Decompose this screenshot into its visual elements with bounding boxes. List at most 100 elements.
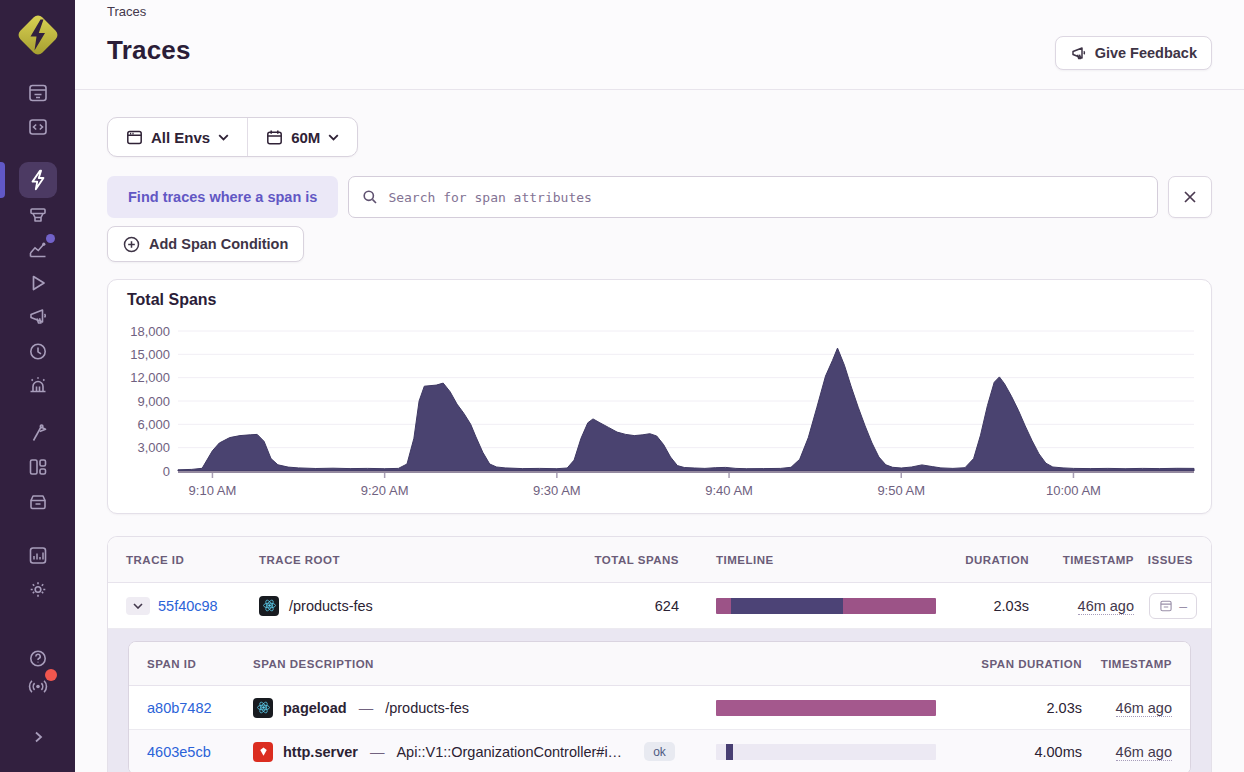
span-timestamp[interactable]: 46m ago xyxy=(1116,700,1172,717)
page-header: Traces Traces Give Feedback xyxy=(75,0,1244,90)
span-id-link[interactable]: 4603e5cb xyxy=(147,744,211,760)
breadcrumb[interactable]: Traces xyxy=(107,0,146,19)
trace-id-link[interactable]: 55f40c98 xyxy=(158,598,218,614)
traces-table: Trace ID Trace Root Total Spans Timeline… xyxy=(107,536,1212,772)
window-icon xyxy=(126,129,143,146)
svg-text:9:40 AM: 9:40 AM xyxy=(705,483,753,498)
give-feedback-button[interactable]: Give Feedback xyxy=(1055,36,1212,70)
col-issues: Issues xyxy=(1134,554,1199,566)
total-spans-panel: Total Spans 03,0006,0009,00012,00015,000… xyxy=(107,279,1212,514)
issues-icon xyxy=(1159,599,1173,613)
col-span-description: Span Description xyxy=(253,658,716,670)
span-search-row: Find traces where a span is xyxy=(107,176,1212,218)
trace-duration: 2.03s xyxy=(936,598,1029,614)
sidebar-item-help[interactable] xyxy=(0,644,75,672)
trace-row: 55f40c98 /products-fes 624 2.03s 46m ago xyxy=(108,583,1211,629)
sidebar-item-dashboards[interactable] xyxy=(0,450,75,484)
main-area: Traces Traces Give Feedback All Envs 60M xyxy=(75,0,1244,772)
search-icon xyxy=(362,189,378,205)
sidebar-item-profiling[interactable] xyxy=(0,198,75,232)
sidebar-item-alerts[interactable] xyxy=(0,368,75,402)
plus-circle-icon xyxy=(123,236,140,253)
sentry-logo[interactable] xyxy=(17,12,59,58)
sidebar-item-settings[interactable] xyxy=(0,572,75,606)
insights-badge xyxy=(46,234,55,243)
col-span-duration: Span Duration xyxy=(936,658,1082,670)
find-traces-label: Find traces where a span is xyxy=(107,176,338,218)
sidebar-item-replays[interactable] xyxy=(0,266,75,300)
svg-text:9:10 AM: 9:10 AM xyxy=(189,483,237,498)
issues-count: – xyxy=(1179,598,1187,614)
col-total-spans: Total Spans xyxy=(589,554,679,566)
sidebar-item-broadcast[interactable] xyxy=(0,672,75,700)
separator: — xyxy=(368,744,387,760)
span-op: http.server xyxy=(283,744,358,760)
total-spans-chart: 03,0006,0009,00012,00015,00018,0009:10 A… xyxy=(108,280,1211,513)
col-trace-id: Trace ID xyxy=(126,554,259,566)
span-row: 4603e5cb http.server — Api::V1::Organiza… xyxy=(129,730,1190,772)
svg-text:6,000: 6,000 xyxy=(137,417,170,432)
svg-text:12,000: 12,000 xyxy=(130,370,170,385)
span-duration: 4.00ms xyxy=(936,744,1082,760)
sidebar-item-history[interactable] xyxy=(0,334,75,368)
span-timestamp[interactable]: 46m ago xyxy=(1116,744,1172,761)
svg-text:10:00 AM: 10:00 AM xyxy=(1046,483,1101,498)
trace-expanded-section: Span ID Span Description Span Duration T… xyxy=(108,629,1211,772)
svg-text:9:50 AM: 9:50 AM xyxy=(877,483,925,498)
sidebar-item-insights[interactable] xyxy=(0,232,75,266)
collapse-trace-button[interactable] xyxy=(126,597,150,615)
time-range-filter-label: 60M xyxy=(291,129,320,146)
sidebar-item-stats[interactable] xyxy=(0,538,75,572)
sidebar-item-issues[interactable] xyxy=(0,76,75,110)
megaphone-icon xyxy=(1070,45,1087,62)
app-root: Traces Traces Give Feedback All Envs 60M xyxy=(0,0,1244,772)
add-span-condition-button[interactable]: Add Span Condition xyxy=(107,226,304,262)
trace-timestamp[interactable]: 46m ago xyxy=(1078,598,1134,615)
add-span-condition-label: Add Span Condition xyxy=(149,236,288,252)
svg-text:9:30 AM: 9:30 AM xyxy=(533,483,581,498)
span-search-box[interactable] xyxy=(348,176,1158,218)
calendar-icon xyxy=(266,129,283,146)
span-duration-bar xyxy=(716,744,936,760)
chevron-down-icon xyxy=(328,134,339,141)
col-trace-root: Trace Root xyxy=(259,554,589,566)
chevron-down-icon xyxy=(218,134,229,141)
sidebar-item-archive[interactable] xyxy=(0,484,75,518)
sidebar-item-projects[interactable] xyxy=(0,110,75,144)
traces-table-header: Trace ID Trace Root Total Spans Timeline… xyxy=(108,537,1211,583)
span-search-input[interactable] xyxy=(388,190,1144,205)
spans-table: Span ID Span Description Span Duration T… xyxy=(128,641,1191,772)
separator: — xyxy=(357,700,376,716)
clear-search-button[interactable] xyxy=(1168,176,1212,218)
svg-text:3,000: 3,000 xyxy=(137,440,170,455)
page-content: All Envs 60M Find traces where a span is xyxy=(75,90,1244,772)
environment-filter[interactable]: All Envs xyxy=(108,118,247,156)
sidebar xyxy=(0,0,75,772)
svg-text:0: 0 xyxy=(163,464,170,479)
ruby-platform-icon xyxy=(253,742,273,762)
trace-timeline-bar xyxy=(716,598,936,614)
trace-root-label[interactable]: /products-fes xyxy=(289,598,373,614)
col-timeline: Timeline xyxy=(679,554,936,566)
sidebar-item-traces[interactable] xyxy=(0,162,75,198)
sidebar-nav xyxy=(0,76,75,606)
col-timestamp: Timestamp xyxy=(1029,554,1134,566)
trace-issues-button[interactable]: – xyxy=(1149,593,1197,619)
give-feedback-label: Give Feedback xyxy=(1095,45,1197,61)
span-status-badge: ok xyxy=(644,742,675,761)
span-id-link[interactable]: a80b7482 xyxy=(147,700,212,716)
span-op: pageload xyxy=(283,700,347,716)
broadcast-badge xyxy=(45,669,57,681)
chevron-down-icon xyxy=(133,603,143,609)
span-row: a80b7482 pageload — /products-fes 2.03s xyxy=(129,686,1190,730)
svg-text:15,000: 15,000 xyxy=(130,347,170,362)
sidebar-item-launch[interactable] xyxy=(0,416,75,450)
col-span-id: Span ID xyxy=(147,658,253,670)
time-range-filter[interactable]: 60M xyxy=(248,118,357,156)
sidebar-item-feedback[interactable] xyxy=(0,300,75,334)
col-span-timestamp: Timestamp xyxy=(1082,658,1172,670)
col-duration: Duration xyxy=(936,554,1029,566)
span-description: /products-fes xyxy=(385,700,469,716)
sidebar-collapse-button[interactable] xyxy=(0,723,75,751)
span-description: Api::V1::OrganizationController#i… xyxy=(396,744,622,760)
